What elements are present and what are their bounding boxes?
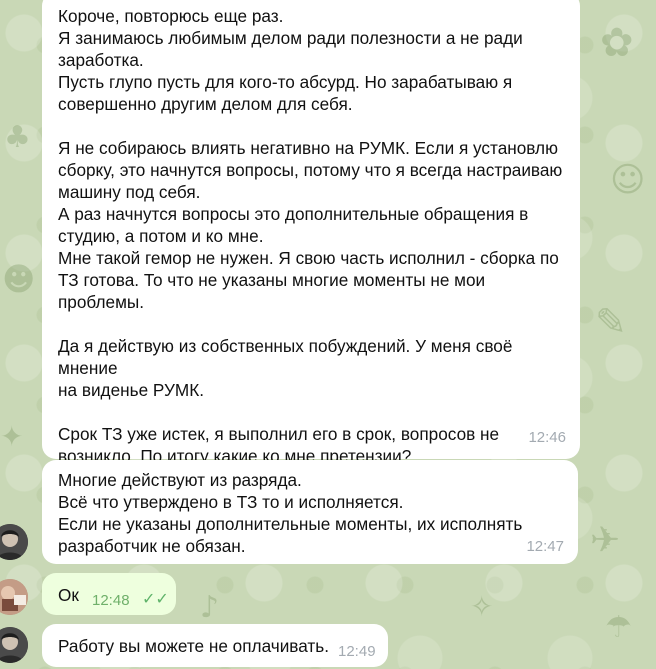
double-check-icon: ✓✓ — [142, 589, 169, 608]
message-bubble[interactable]: Многие действуют из разряда. Всё что утв… — [42, 460, 578, 564]
background-doodle-icon: ☂ — [605, 610, 632, 645]
message-text: Многие действуют из разряда. Всё что утв… — [58, 470, 523, 556]
message-text: Короче, повторюсь еще раз. Я занимаюсь л… — [58, 6, 563, 466]
background-doodle-icon: ✦ — [0, 420, 24, 453]
message-time: 12:47 — [526, 538, 564, 555]
message-time: 12:46 — [528, 429, 566, 446]
message-text: Работу вы можете не оплачивать. — [58, 636, 330, 656]
background-doodle-icon: ✈ — [590, 520, 621, 561]
message-bubble-outgoing[interactable]: Ок 12:48 ✓✓ — [42, 573, 176, 615]
background-doodle-icon: ✧ — [470, 590, 494, 623]
message-bubble[interactable]: Работу вы можете не оплачивать. 12:49 — [42, 624, 388, 667]
background-doodle-icon: ✎ — [595, 300, 627, 344]
background-doodle-icon: ♪ — [200, 590, 220, 625]
background-doodle-icon: ✿ — [600, 20, 634, 66]
message-time: 12:49 — [338, 643, 376, 660]
background-doodle-icon: ☻ — [2, 260, 36, 298]
message-time: 12:48 — [92, 592, 130, 609]
background-doodle-icon: ♣ — [4, 120, 31, 155]
background-doodle-icon: ☺ — [610, 160, 646, 200]
message-bubble[interactable]: Короче, повторюсь еще раз. Я занимаюсь л… — [42, 0, 580, 466]
